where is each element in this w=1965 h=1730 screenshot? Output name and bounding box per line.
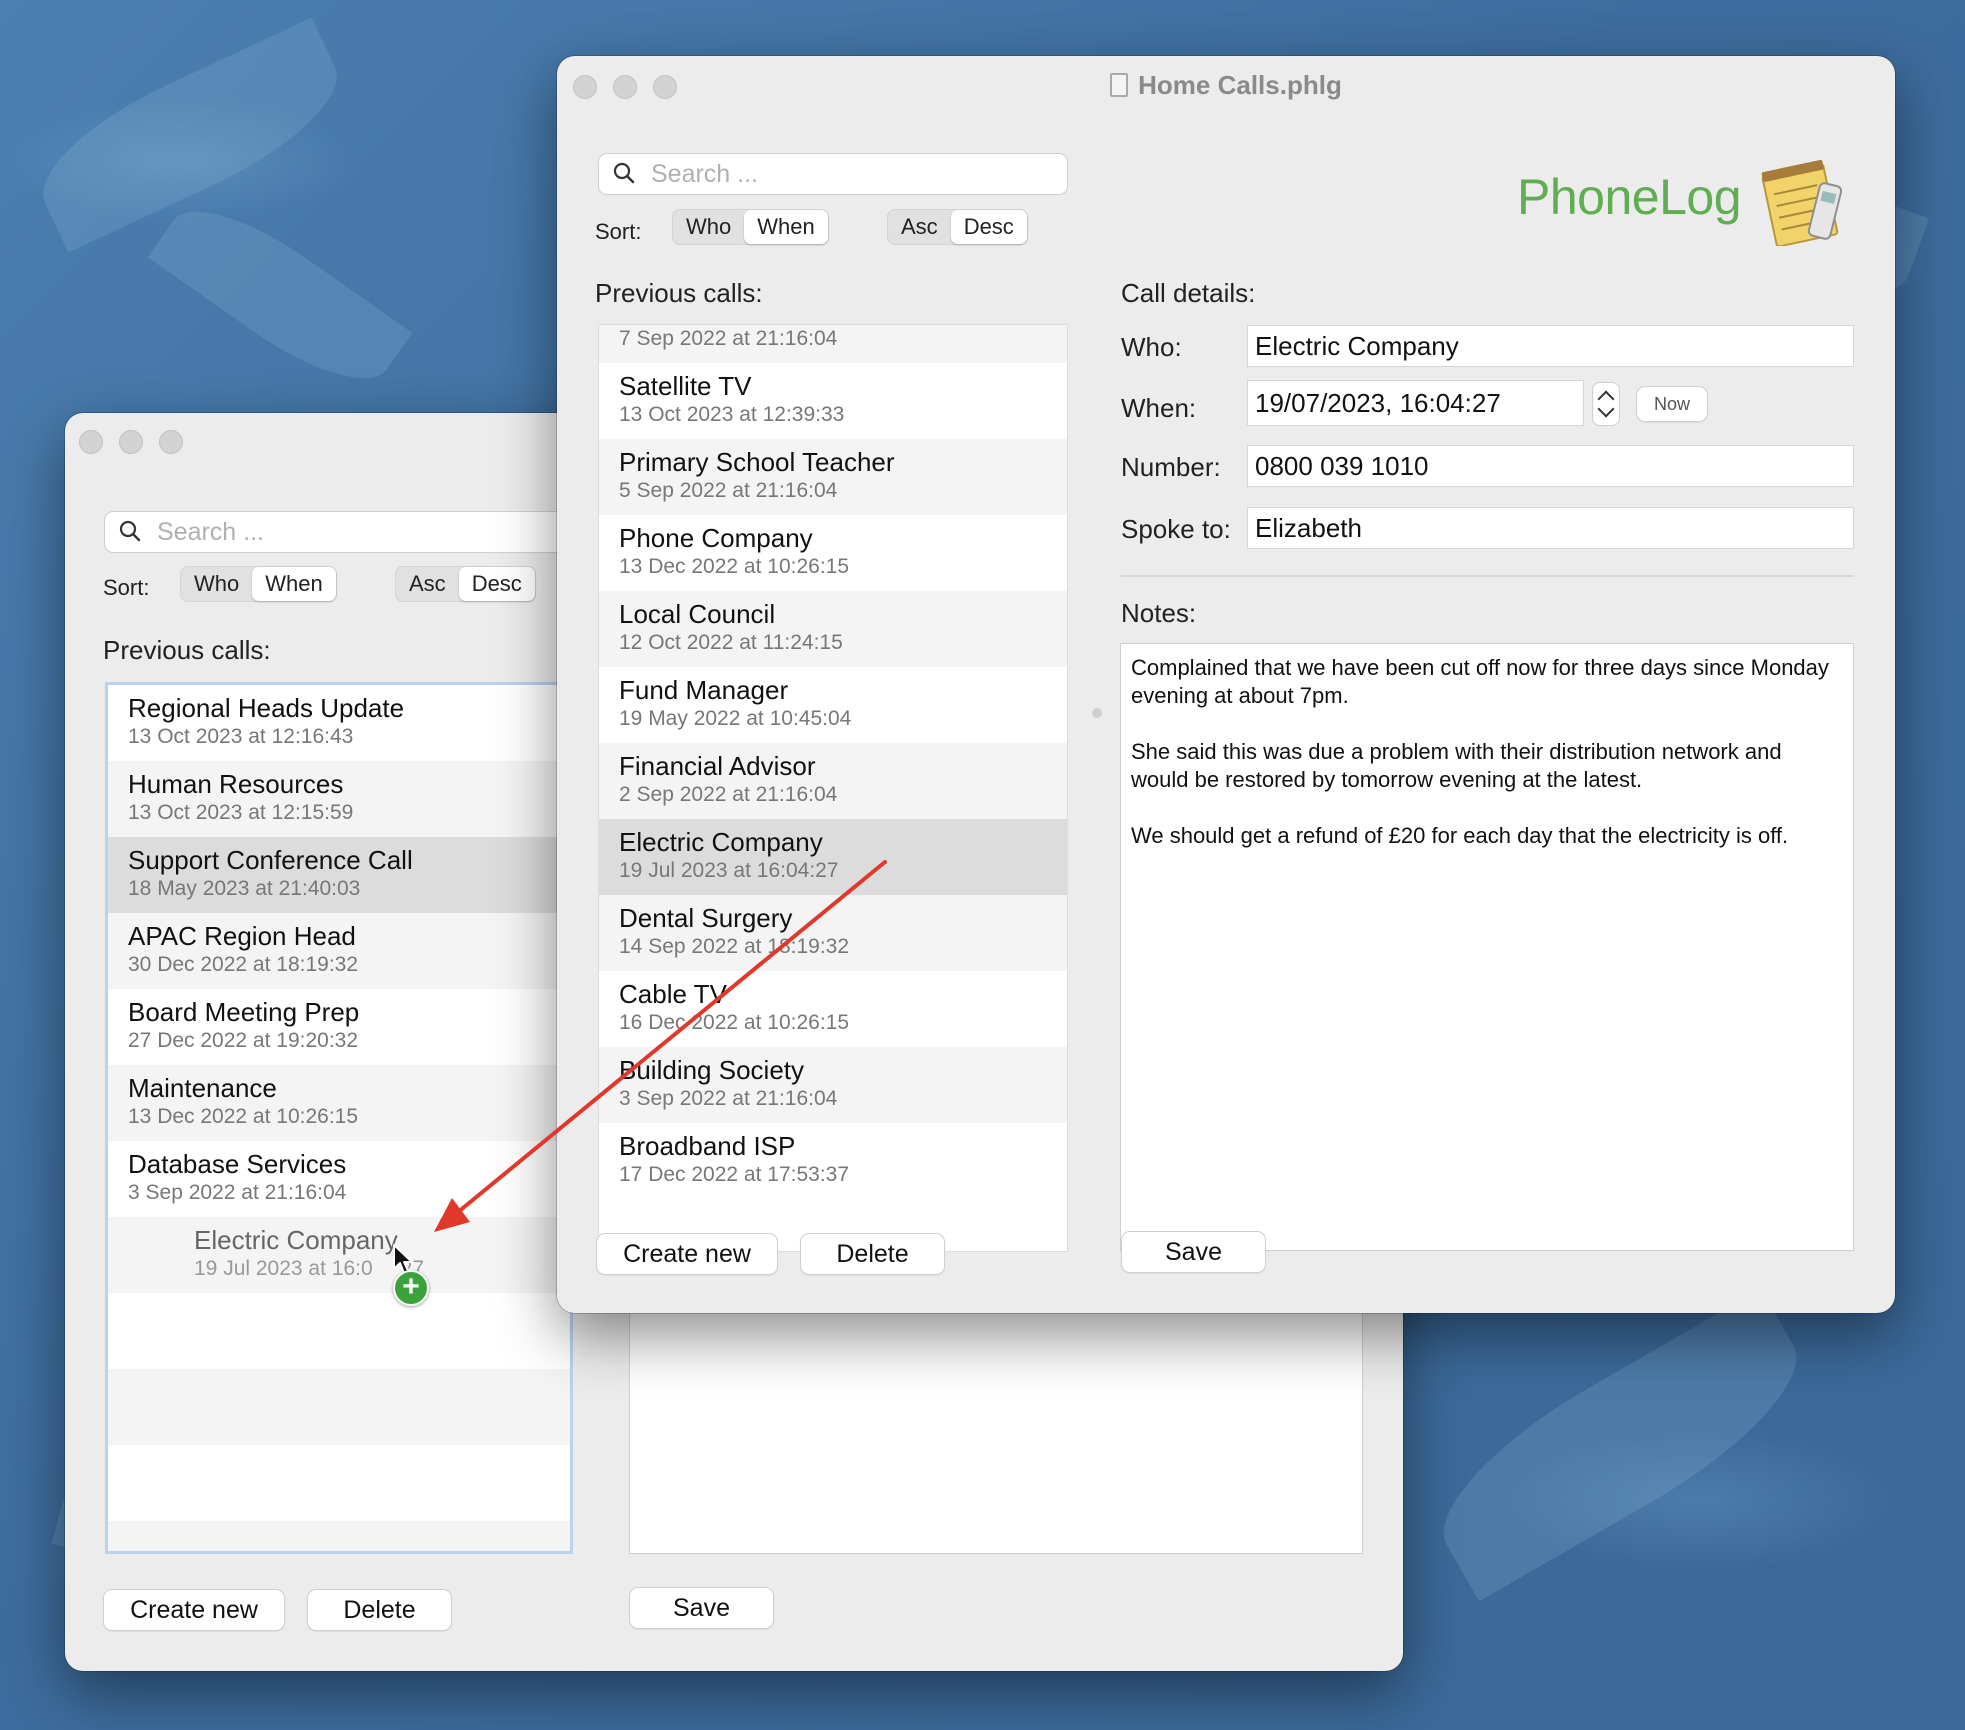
drag-arrow-head bbox=[434, 1198, 470, 1232]
drag-arrow-overlay bbox=[434, 860, 887, 1232]
drag-arrow-line bbox=[450, 860, 887, 1219]
add-badge-icon: + bbox=[393, 1270, 429, 1306]
